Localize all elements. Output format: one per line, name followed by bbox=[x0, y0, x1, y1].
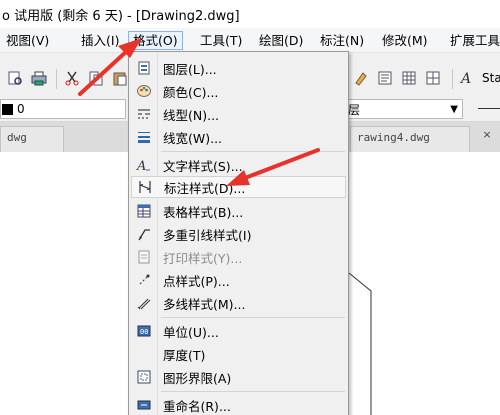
menu-separator bbox=[161, 317, 345, 318]
menu-item-layer[interactable]: 图层(L)... bbox=[131, 57, 346, 79]
text-style-icon: A bbox=[135, 156, 153, 174]
menu-dimension[interactable]: 标注(N) bbox=[316, 31, 368, 50]
format-menu: 图层(L)... 颜色(C)... 线型(N)... 线宽(W)... A 文字… bbox=[128, 51, 349, 415]
menu-bar: 视图(V) 插入(I) 格式(O) 工具(T) 绘图(D) 标注(N) 修改(M… bbox=[0, 28, 500, 52]
drawing-limits-icon bbox=[135, 368, 153, 386]
combo-text: 层 bbox=[348, 103, 361, 117]
multiline-style-icon bbox=[135, 294, 153, 312]
layers-icon bbox=[135, 59, 153, 77]
cut-icon[interactable] bbox=[63, 69, 81, 87]
menu-item-table-style[interactable]: 表格样式(B)... bbox=[131, 200, 346, 222]
menu-extended-tools[interactable]: 扩展工具 bbox=[446, 31, 500, 50]
chevron-down-icon: ▼ bbox=[450, 104, 458, 115]
menu-modify[interactable]: 修改(M) bbox=[378, 31, 432, 50]
menu-item-rename[interactable]: 重命名(R)... bbox=[131, 394, 346, 415]
tab-drawing-left[interactable]: dwg bbox=[0, 126, 64, 152]
menu-item-point-style[interactable]: 点样式(P)... bbox=[131, 269, 346, 291]
print-icon[interactable] bbox=[30, 69, 48, 87]
menu-item-color[interactable]: 颜色(C)... bbox=[131, 80, 346, 102]
palette-icon bbox=[135, 82, 153, 100]
menu-view[interactable]: 视图(V) bbox=[2, 31, 53, 50]
toolbar-separator bbox=[56, 69, 57, 89]
menu-format[interactable]: 格式(O) bbox=[128, 31, 183, 50]
table-style-icon bbox=[135, 202, 153, 220]
copy-icon[interactable] bbox=[87, 69, 105, 87]
menu-tools[interactable]: 工具(T) bbox=[196, 31, 246, 50]
grid-icon[interactable] bbox=[424, 69, 442, 87]
layer-combo[interactable]: 0 bbox=[0, 99, 126, 119]
multileader-style-icon bbox=[135, 225, 153, 243]
menu-item-units[interactable]: 00 单位(U)... bbox=[131, 320, 346, 342]
paste-icon[interactable] bbox=[111, 69, 129, 87]
svg-text:00: 00 bbox=[140, 328, 148, 336]
point-style-icon bbox=[135, 271, 153, 289]
lineweight-preview bbox=[478, 108, 500, 109]
menu-item-thickness[interactable]: 厚度(T) bbox=[131, 343, 346, 365]
block-editor-icon[interactable] bbox=[376, 69, 394, 87]
menu-item-text-style[interactable]: A 文字样式(S)... bbox=[131, 154, 346, 176]
menu-item-lineweight[interactable]: 线宽(W)... bbox=[131, 126, 346, 148]
menu-item-linetype[interactable]: 线型(N)... bbox=[131, 103, 346, 125]
plot-style-icon bbox=[135, 248, 153, 266]
text-style-combo[interactable]: Sta bbox=[482, 71, 500, 85]
menu-item-multileader-style[interactable]: 多重引线样式(I) bbox=[131, 223, 346, 245]
thickness-blank-icon bbox=[135, 345, 153, 363]
table-icon[interactable] bbox=[400, 69, 418, 87]
layer-value: 0 bbox=[17, 102, 25, 116]
rename-icon bbox=[135, 396, 153, 414]
bylayer-combo[interactable]: 层 ▼ bbox=[345, 99, 463, 119]
menu-separator bbox=[161, 391, 345, 392]
tab-drawing4[interactable]: rawing4.dwg bbox=[350, 126, 470, 152]
match-properties-icon[interactable] bbox=[352, 69, 370, 87]
toolbar-separator bbox=[452, 69, 453, 89]
lineweight-icon bbox=[135, 128, 153, 146]
title-bar: o 试用版 (剩余 6 天) - [Drawing2.dwg] bbox=[0, 0, 500, 28]
menu-item-dimension-style[interactable]: 标注样式(D)... bbox=[131, 176, 346, 198]
dimension-style-icon bbox=[136, 178, 154, 196]
menu-insert[interactable]: 插入(I) bbox=[77, 31, 123, 50]
window-title: o 试用版 (剩余 6 天) - [Drawing2.dwg] bbox=[2, 8, 240, 24]
preview-icon[interactable] bbox=[6, 69, 24, 87]
svg-text:A: A bbox=[136, 159, 146, 173]
text-style-icon[interactable]: A bbox=[459, 69, 477, 87]
svg-text:A: A bbox=[460, 71, 471, 86]
menu-item-plot-style[interactable]: 打印样式(Y)... bbox=[131, 246, 346, 268]
linetype-icon bbox=[135, 105, 153, 123]
layer-color-swatch bbox=[2, 103, 13, 115]
menu-item-drawing-limits[interactable]: 图形界限(A) bbox=[131, 366, 346, 388]
menu-draw[interactable]: 绘图(D) bbox=[255, 31, 307, 50]
menu-separator bbox=[161, 151, 345, 152]
menu-item-multiline-style[interactable]: 多线样式(M)... bbox=[131, 292, 346, 314]
units-icon: 00 bbox=[135, 322, 153, 340]
close-icon[interactable]: × bbox=[480, 128, 494, 142]
